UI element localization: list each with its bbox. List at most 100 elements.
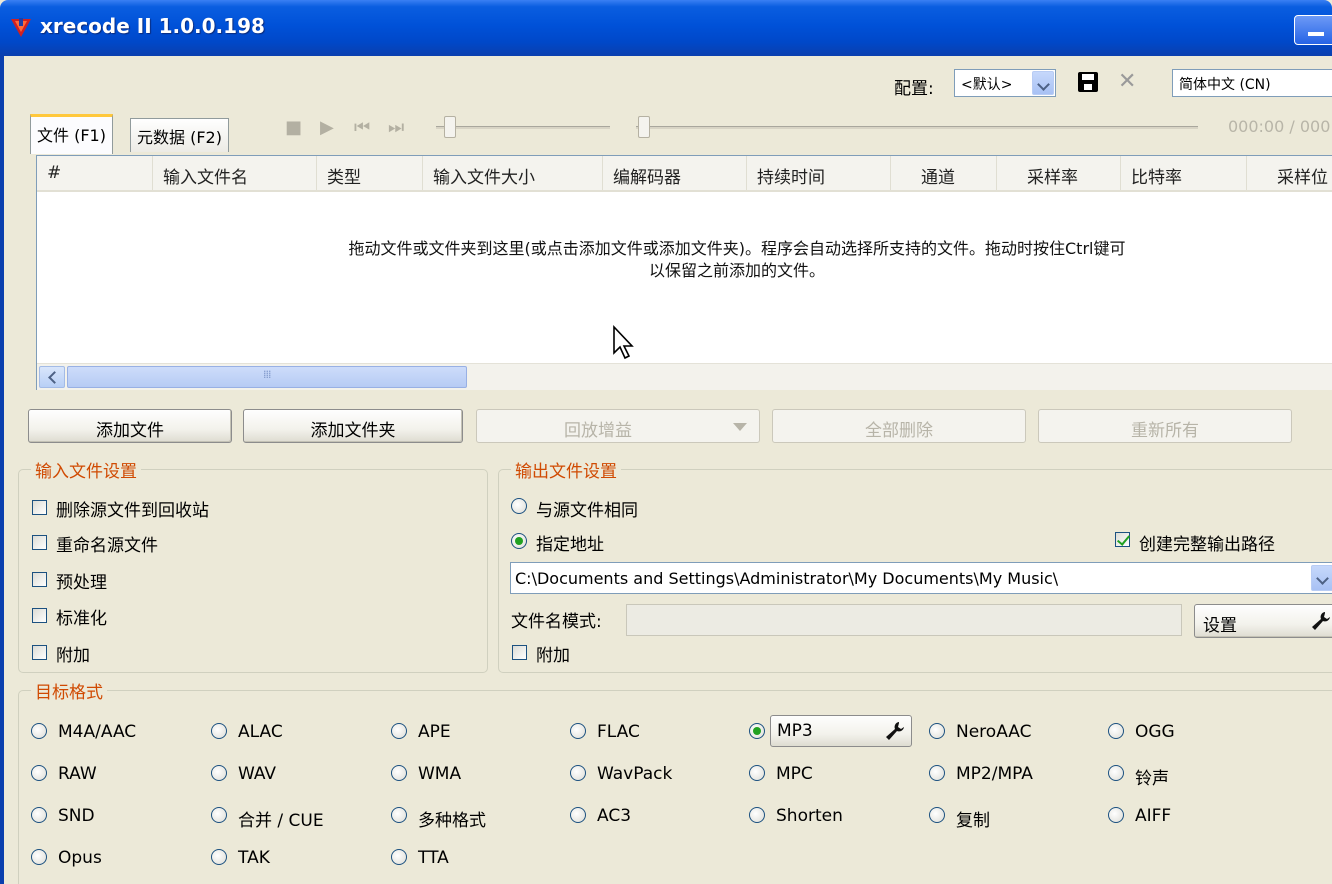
chevron-down-icon[interactable] xyxy=(1311,565,1332,591)
save-icon[interactable] xyxy=(1078,72,1098,92)
file-list[interactable]: # 输入文件名 类型 输入文件大小 编解码器 持续时间 通道 采样率 比特率 采… xyxy=(36,155,1332,390)
column-header-codec[interactable]: 编解码器 xyxy=(603,156,747,190)
format-radio-flac[interactable] xyxy=(570,723,586,739)
normalize-label: 标准化 xyxy=(56,609,107,629)
format-radio-copy[interactable] xyxy=(929,807,945,823)
reset-all-button[interactable]: 重新所有 xyxy=(1038,409,1292,443)
format-label-wma: WMA xyxy=(418,764,462,784)
horizontal-scrollbar[interactable] xyxy=(37,363,1332,390)
target-format-title: 目标格式 xyxy=(31,678,107,703)
delete-source-checkbox[interactable] xyxy=(32,500,47,515)
volume-slider[interactable] xyxy=(436,126,610,129)
format-radio-snd[interactable] xyxy=(31,807,47,823)
next-icon[interactable]: ⏭ xyxy=(388,117,404,139)
format-radio-tta[interactable] xyxy=(391,849,407,865)
append-input-checkbox[interactable] xyxy=(32,645,47,660)
same-as-source-radio[interactable] xyxy=(511,498,527,514)
format-radio-multi-format[interactable] xyxy=(391,807,407,823)
format-label-flac: FLAC xyxy=(597,722,640,742)
output-path-combobox[interactable]: C:\Documents and Settings\Administrator\… xyxy=(510,562,1332,594)
column-header-filename[interactable]: 输入文件名 xyxy=(153,156,317,190)
output-path-value: C:\Documents and Settings\Administrator\… xyxy=(515,569,1059,588)
column-header-bitrate[interactable]: 比特率 xyxy=(1121,156,1247,190)
create-full-path-checkbox[interactable] xyxy=(1115,532,1130,547)
format-label-mp3: MP3 xyxy=(777,721,813,741)
rename-source-checkbox[interactable] xyxy=(32,535,47,550)
format-radio-aiff[interactable] xyxy=(1108,807,1124,823)
chevron-down-icon[interactable] xyxy=(1032,71,1054,95)
format-label-raw: RAW xyxy=(58,764,97,784)
format-label-shorten: Shorten xyxy=(776,806,843,826)
rename-source-label: 重命名源文件 xyxy=(56,536,158,556)
format-radio-ac3[interactable] xyxy=(570,807,586,823)
format-radio-wavpack[interactable] xyxy=(570,765,586,781)
tab-metadata[interactable]: 元数据 (F2) xyxy=(130,118,229,152)
add-files-button[interactable]: 添加文件 xyxy=(28,409,232,443)
format-radio-raw[interactable] xyxy=(31,765,47,781)
format-label-multi-format: 多种格式 xyxy=(418,811,486,831)
format-label-ringtone: 铃声 xyxy=(1135,769,1169,789)
format-radio-ape[interactable] xyxy=(391,723,407,739)
stop-icon[interactable]: ■ xyxy=(285,117,302,139)
drop-hint-line2: 以保留之前添加的文件。 xyxy=(648,261,825,280)
delete-source-label: 删除源文件到回收站 xyxy=(56,501,209,521)
column-header-samplerate[interactable]: 采样率 xyxy=(997,156,1121,190)
normalize-checkbox[interactable] xyxy=(32,608,47,623)
filename-pattern-input[interactable] xyxy=(626,604,1182,636)
column-header-type[interactable]: 类型 xyxy=(317,156,423,190)
mp3-settings-button[interactable]: MP3 xyxy=(770,715,912,747)
format-radio-wma[interactable] xyxy=(391,765,407,781)
format-radio-shorten[interactable] xyxy=(749,807,765,823)
format-radio-opus[interactable] xyxy=(31,849,47,865)
preset-select[interactable]: <默认> xyxy=(954,69,1056,97)
volume-slider-thumb[interactable] xyxy=(444,116,456,138)
create-full-path-label: 创建完整输出路径 xyxy=(1139,535,1275,555)
format-label-wav: WAV xyxy=(238,764,277,784)
wrench-icon xyxy=(886,722,904,740)
custom-path-radio[interactable] xyxy=(511,533,527,549)
remove-all-button[interactable]: 全部删除 xyxy=(772,409,1026,443)
title-bar[interactable]: xrecode II 1.0.0.198 xyxy=(0,0,1332,56)
format-radio-tak[interactable] xyxy=(211,849,227,865)
add-folder-button[interactable]: 添加文件夹 xyxy=(243,409,463,443)
custom-path-label: 指定地址 xyxy=(536,535,604,555)
minimize-button[interactable] xyxy=(1294,15,1332,45)
same-as-source-label: 与源文件相同 xyxy=(536,501,638,521)
format-radio-ringtone[interactable] xyxy=(1108,765,1124,781)
preprocess-checkbox[interactable] xyxy=(32,572,47,587)
scrollbar-thumb[interactable] xyxy=(67,366,467,388)
column-header-index[interactable]: # xyxy=(37,156,153,190)
playback-gain-label: 回放增益 xyxy=(564,421,632,441)
window-title: xrecode II 1.0.0.198 xyxy=(40,14,265,38)
settings-button[interactable]: 设置 xyxy=(1194,604,1332,638)
format-radio-merge-cue[interactable] xyxy=(211,807,227,823)
append-output-checkbox[interactable] xyxy=(512,645,527,660)
format-label-wavpack: WavPack xyxy=(597,764,673,784)
format-radio-neroaac[interactable] xyxy=(929,723,945,739)
seek-slider[interactable] xyxy=(636,126,1198,129)
format-radio-alac[interactable] xyxy=(211,723,227,739)
format-label-mpc: MPC xyxy=(776,764,813,784)
play-icon[interactable]: ▶ xyxy=(320,117,334,139)
format-radio-wav[interactable] xyxy=(211,765,227,781)
format-label-alac: ALAC xyxy=(238,722,283,742)
window-frame xyxy=(0,56,4,884)
format-radio-m4a-aac[interactable] xyxy=(31,723,47,739)
column-header-duration[interactable]: 持续时间 xyxy=(747,156,891,190)
column-header-size[interactable]: 输入文件大小 xyxy=(423,156,603,190)
format-radio-mp3[interactable] xyxy=(749,723,765,739)
format-radio-ogg[interactable] xyxy=(1108,723,1124,739)
format-radio-mpc[interactable] xyxy=(749,765,765,781)
playback-gain-button[interactable]: 回放增益 xyxy=(476,409,760,443)
column-header-bitdepth[interactable]: 采样位 xyxy=(1247,156,1332,190)
format-radio-mp2-mpa[interactable] xyxy=(929,765,945,781)
scroll-left-icon[interactable] xyxy=(39,366,65,388)
tab-files[interactable]: 文件 (F1) xyxy=(30,114,113,154)
language-select-value: 简体中文 (CN) xyxy=(1179,77,1271,93)
close-icon[interactable]: ✕ xyxy=(1118,70,1136,94)
format-label-ogg: OGG xyxy=(1135,722,1175,742)
language-select[interactable]: 简体中文 (CN) xyxy=(1172,69,1332,97)
column-header-channels[interactable]: 通道 xyxy=(891,156,997,190)
previous-icon[interactable]: ⏮ xyxy=(354,117,370,139)
seek-slider-thumb[interactable] xyxy=(638,116,650,138)
